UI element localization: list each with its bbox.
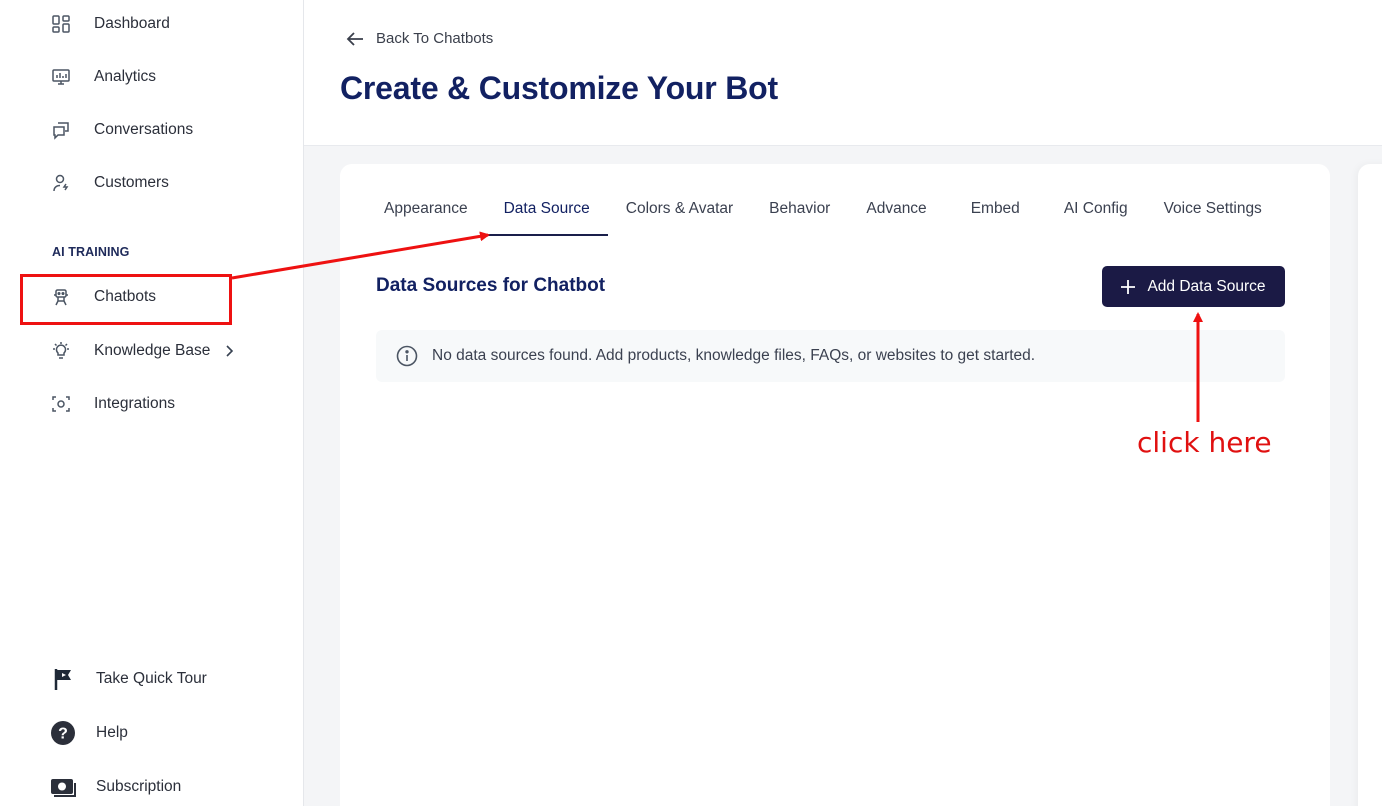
sidebar-item-knowledge-base[interactable]: Knowledge Base xyxy=(50,338,234,364)
back-to-chatbots-link[interactable]: Back To Chatbots xyxy=(346,30,493,47)
add-data-source-button[interactable]: Add Data Source xyxy=(1102,266,1285,307)
sidebar-item-help[interactable]: ? Help xyxy=(50,720,128,746)
main-content: Back To Chatbots Create & Customize Your… xyxy=(304,0,1382,806)
tab-appearance[interactable]: Appearance xyxy=(366,190,486,236)
tab-voice-settings[interactable]: Voice Settings xyxy=(1146,190,1280,236)
bot-settings-card: Appearance Data Source Colors & Avatar B… xyxy=(340,164,1330,806)
data-sources-heading: Data Sources for Chatbot xyxy=(376,275,606,296)
help-icon: ? xyxy=(50,720,76,746)
sidebar-item-label: Integrations xyxy=(94,395,175,412)
empty-state-alert: No data sources found. Add products, kno… xyxy=(376,330,1285,382)
sidebar-item-label: Take Quick Tour xyxy=(96,670,207,687)
page-title: Create & Customize Your Bot xyxy=(340,70,778,106)
sidebar-item-label: Subscription xyxy=(96,778,182,795)
sidebar-item-conversations[interactable]: Conversations xyxy=(50,117,193,143)
integrations-icon xyxy=(50,393,72,415)
add-data-source-label: Add Data Source xyxy=(1147,277,1266,295)
sidebar-item-subscription[interactable]: Subscription xyxy=(50,774,181,800)
back-link-label: Back To Chatbots xyxy=(376,30,494,47)
conversations-icon xyxy=(50,119,72,141)
sidebar-item-label: Dashboard xyxy=(94,15,170,32)
plus-icon xyxy=(1121,279,1136,294)
tab-embed[interactable]: Embed xyxy=(953,190,1046,236)
sidebar-item-label: Analytics xyxy=(94,68,157,85)
sidebar-item-customers[interactable]: Customers xyxy=(50,170,169,196)
tab-behavior[interactable]: Behavior xyxy=(751,190,848,236)
sidebar-item-label: Help xyxy=(96,724,128,741)
tab-data-source[interactable]: Data Source xyxy=(485,190,608,236)
sidebar-item-dashboard[interactable]: Dashboard xyxy=(50,11,170,37)
sidebar-item-label: Customers xyxy=(94,174,169,191)
sidebar-item-analytics[interactable]: Analytics xyxy=(50,64,156,90)
arrow-left-icon xyxy=(346,31,364,47)
svg-text:?: ? xyxy=(58,726,68,743)
sidebar: Dashboard Analytics Conversations Custom… xyxy=(0,0,304,806)
settings-tabs: Appearance Data Source Colors & Avatar B… xyxy=(366,190,1280,236)
analytics-icon xyxy=(50,66,72,88)
tab-advance[interactable]: Advance xyxy=(848,190,952,236)
tab-ai-config[interactable]: AI Config xyxy=(1046,190,1146,236)
money-icon xyxy=(50,774,76,800)
flag-icon xyxy=(50,666,76,692)
empty-state-message: No data sources found. Add products, kno… xyxy=(432,347,1036,364)
lightbulb-icon xyxy=(50,340,72,362)
info-icon xyxy=(396,345,418,367)
sidebar-item-integrations[interactable]: Integrations xyxy=(50,391,175,417)
bot-icon xyxy=(50,286,72,308)
sidebar-item-label: Knowledge Base xyxy=(94,342,211,359)
chevron-right-icon[interactable] xyxy=(224,345,234,357)
sidebar-item-label: Conversations xyxy=(94,121,194,138)
dashboard-icon xyxy=(50,13,72,35)
sidebar-item-quick-tour[interactable]: Take Quick Tour xyxy=(50,666,207,692)
section-label-ai-training: AI TRAINING xyxy=(52,245,130,259)
preview-panel-edge xyxy=(1358,164,1382,806)
sidebar-item-label: Chatbots xyxy=(94,288,157,305)
sidebar-item-chatbots[interactable]: Chatbots xyxy=(50,284,156,310)
customers-icon xyxy=(50,172,72,194)
tab-colors-avatar[interactable]: Colors & Avatar xyxy=(608,190,751,236)
page-header: Back To Chatbots Create & Customize Your… xyxy=(304,0,1382,146)
